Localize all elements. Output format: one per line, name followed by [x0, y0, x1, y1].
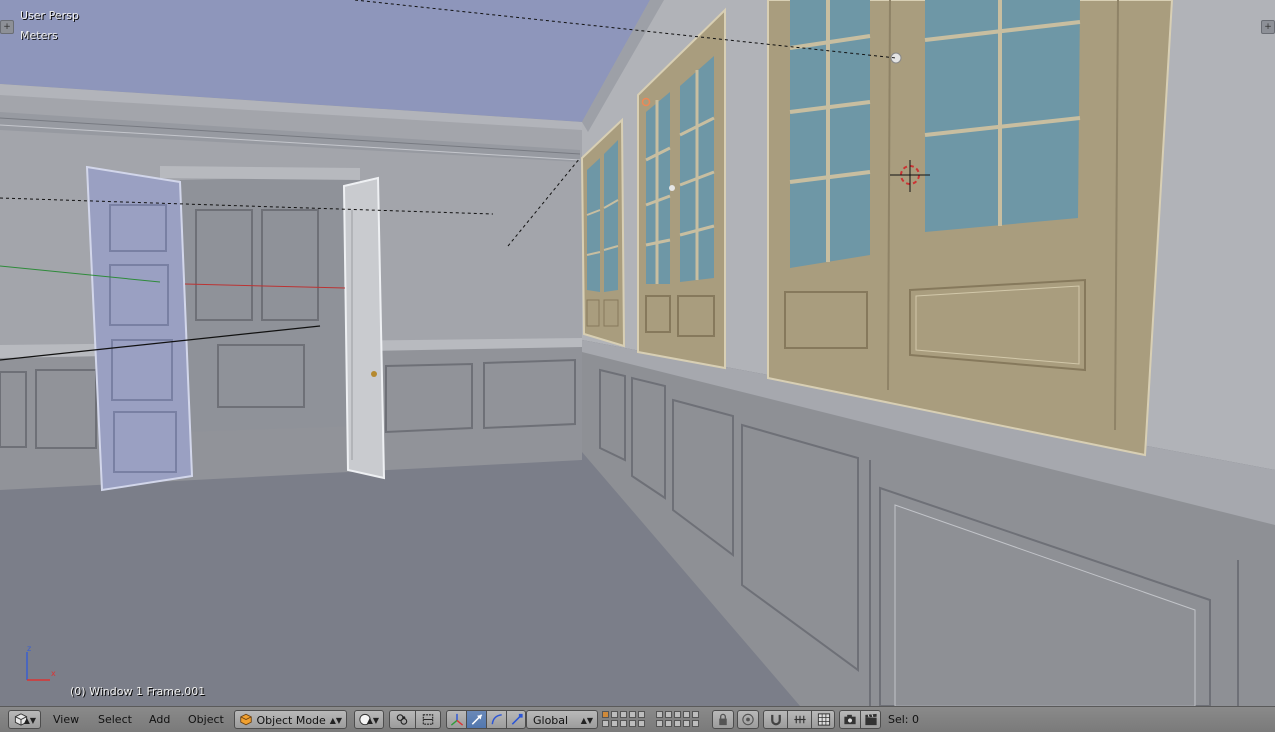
lock-icon	[719, 713, 727, 726]
opengl-render-animation-button[interactable]	[861, 711, 882, 728]
corner-expand-right-icon[interactable]: +	[1261, 20, 1275, 34]
chevron-updown-icon: ▲▼	[580, 716, 593, 725]
pivot-point-dropdown[interactable]	[390, 711, 416, 728]
3d-viewport[interactable]: z x User Persp Meters (0) Window 1 Frame…	[0, 0, 1275, 706]
menu-object[interactable]: Object	[184, 710, 228, 729]
layers-group-1[interactable]	[602, 710, 652, 729]
selection-count: Sel: 0	[888, 713, 920, 726]
lock-layers-button[interactable]	[712, 710, 734, 729]
mode-dropdown[interactable]: Object Mode ▲▼	[234, 710, 347, 729]
svg-text:z: z	[27, 644, 31, 653]
proportional-editing-button[interactable]	[737, 710, 759, 729]
translate-arrow-icon	[471, 714, 483, 725]
transform-orientation-dropdown[interactable]: Global ▲▼	[526, 710, 598, 729]
opengl-render-image-button[interactable]	[840, 711, 861, 728]
chevron-updown-icon: ▲▼	[23, 716, 36, 725]
chevron-updown-icon: ▲▼	[329, 716, 342, 725]
pivot-point-icon	[396, 714, 408, 725]
layers-group-2[interactable]	[656, 710, 706, 729]
camera-icon	[844, 714, 856, 725]
scale-manipulator-button[interactable]	[507, 711, 527, 728]
viewport-shading-dropdown[interactable]: ▲▼	[354, 710, 384, 729]
units-label: Meters	[20, 29, 58, 42]
menu-add[interactable]: Add	[145, 710, 174, 729]
object-mode-icon	[240, 713, 252, 726]
editor-type-selector[interactable]: ▲▼	[8, 710, 41, 729]
pivot-group	[389, 710, 441, 729]
snap-target-button[interactable]	[812, 711, 836, 728]
snap-increment-icon	[794, 715, 806, 724]
transform-manipulators	[446, 710, 526, 729]
object-info-label: (0) Window 1 Frame.001	[70, 685, 206, 698]
proportional-editing-icon	[742, 713, 754, 726]
mode-label: Object Mode	[256, 714, 326, 727]
axes-icon	[450, 713, 464, 726]
orientation-label: Global	[533, 714, 569, 727]
translate-manipulator-button[interactable]	[467, 711, 487, 728]
rotate-manipulator-button[interactable]	[487, 711, 507, 728]
snap-element-dropdown[interactable]	[788, 711, 812, 728]
manipulator-toggle-button[interactable]	[416, 711, 441, 728]
snap-grid-icon	[817, 713, 831, 726]
manipulator-axes-button[interactable]	[447, 711, 467, 728]
snapping-group	[763, 710, 835, 729]
magnet-icon	[771, 714, 781, 726]
view-name-label: User Persp	[20, 9, 79, 22]
snap-toggle-button[interactable]	[764, 711, 788, 728]
scale-icon	[511, 713, 523, 725]
manipulator-icon	[422, 714, 434, 725]
rotate-arc-icon	[491, 714, 502, 725]
corner-expand-left-icon[interactable]: +	[0, 20, 14, 34]
menu-view[interactable]: View	[49, 710, 83, 729]
svg-text:x: x	[51, 669, 56, 678]
menu-select[interactable]: Select	[94, 710, 136, 729]
3d-view-header: ▲▼ View Select Add Object Object Mode ▲▼…	[0, 706, 1275, 732]
viewport-scene: z x	[0, 0, 1275, 706]
clapperboard-icon	[865, 713, 877, 726]
chevron-updown-icon: ▲▼	[366, 716, 379, 725]
render-group	[839, 710, 881, 729]
